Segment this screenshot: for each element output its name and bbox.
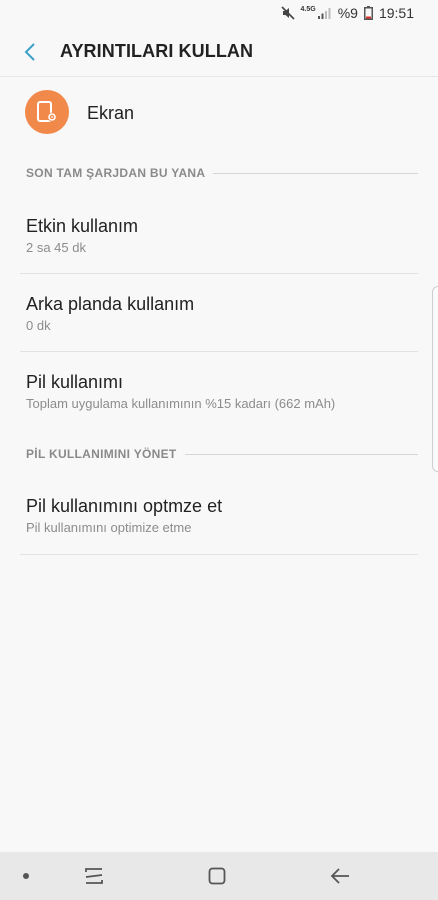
- divider: [20, 554, 418, 555]
- list-item-battery-usage[interactable]: Pil kullanımı Toplam uygulama kullanımın…: [0, 352, 438, 430]
- section-header-manage-battery: PİL KULLANIMINI YÖNET: [26, 444, 418, 464]
- display-settings-icon: [25, 90, 69, 134]
- item-subtitle: Pil kullanımını optimize etme: [26, 520, 192, 535]
- section-divider: [184, 453, 418, 455]
- page-title: AYRINTILARI KULLAN: [60, 41, 254, 61]
- back-button[interactable]: [14, 36, 46, 68]
- item-title: Pil kullanımı: [26, 372, 124, 392]
- status-icons: 4.5G %9 19:51: [280, 5, 414, 21]
- section-header-since-full-charge: SON TAM ŞARJDAN BU YANA: [26, 163, 418, 183]
- back-arrow-icon: [330, 868, 349, 884]
- mute-icon: [280, 6, 295, 20]
- chevron-left-icon: [24, 43, 35, 61]
- status-bar: 4.5G %9 19:51: [0, 0, 438, 28]
- battery-icon: [363, 6, 373, 20]
- battery-percent: %9: [337, 5, 358, 21]
- item-subtitle: Toplam uygulama kullanımının %15 kadarı …: [26, 396, 336, 411]
- item-title: Arka planda kullanım: [26, 294, 195, 314]
- scrollbar[interactable]: [432, 286, 438, 472]
- nav-dot-button[interactable]: [0, 852, 52, 900]
- list-item-active-usage[interactable]: Etkin kullanım 2 sa 45 dk: [0, 196, 438, 273]
- recent-apps-button[interactable]: [64, 852, 124, 900]
- home-button[interactable]: [187, 852, 247, 900]
- app-name: Ekran: [87, 103, 135, 123]
- app-bar: AYRINTILARI KULLAN: [0, 28, 438, 77]
- network-type: 4.5G: [300, 5, 316, 13]
- recent-apps-icon: [85, 868, 103, 884]
- back-nav-button[interactable]: [310, 852, 370, 900]
- list-item-background-usage[interactable]: Arka planda kullanım 0 dk: [0, 274, 438, 351]
- clock: 19:51: [378, 5, 414, 21]
- item-title: Etkin kullanım: [26, 216, 139, 236]
- dot-icon: [23, 873, 29, 879]
- section-label: PİL KULLANIMINI YÖNET: [26, 447, 177, 461]
- signal-icon: [317, 8, 331, 19]
- item-title: Pil kullanımını optmze et: [26, 496, 223, 516]
- navigation-bar: [0, 852, 438, 900]
- item-subtitle: 2 sa 45 dk: [26, 240, 86, 255]
- app-header: Ekran: [0, 90, 438, 136]
- section-label: SON TAM ŞARJDAN BU YANA: [26, 166, 206, 180]
- home-square-icon: [208, 867, 226, 885]
- section-divider: [213, 172, 418, 174]
- list-item-optimize-battery[interactable]: Pil kullanımını optmze et Pil kullanımın…: [0, 476, 438, 554]
- item-subtitle: 0 dk: [26, 318, 51, 333]
